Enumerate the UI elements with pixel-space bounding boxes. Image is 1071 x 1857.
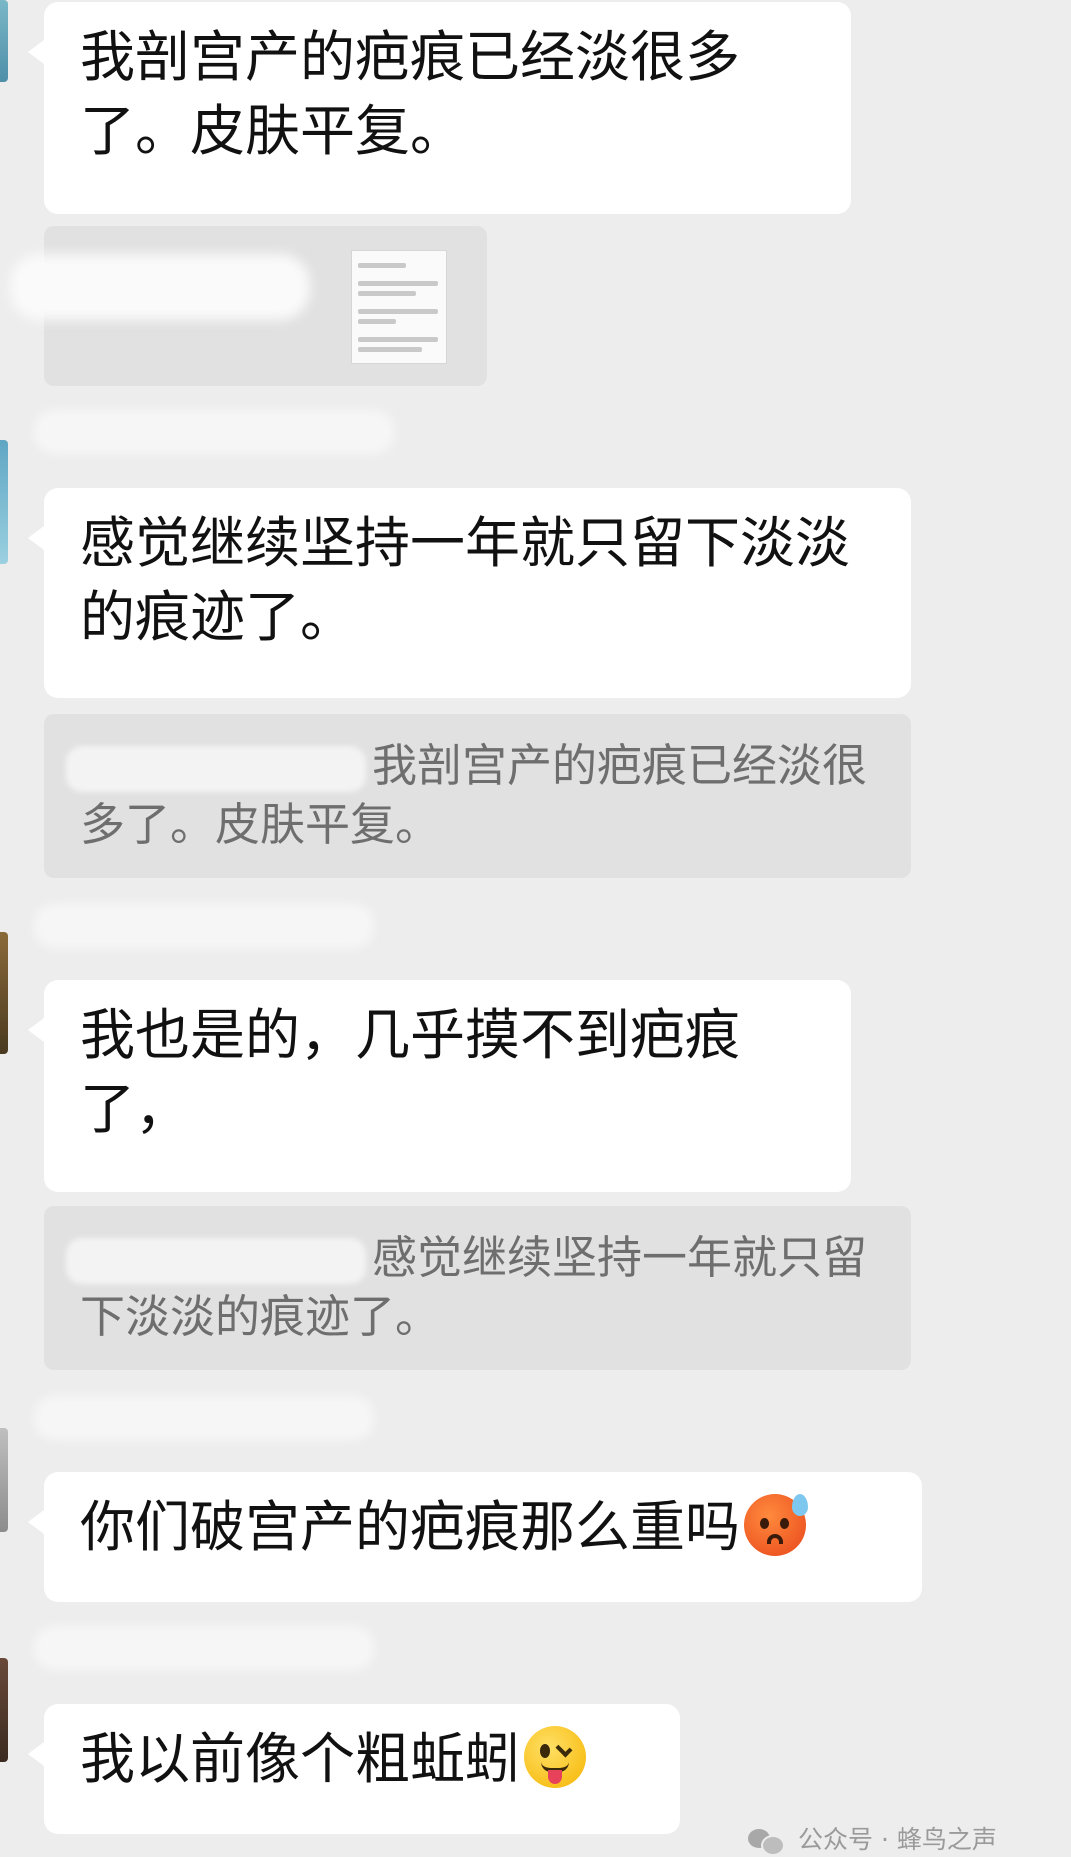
sender-name-redacted (34, 410, 394, 454)
thumb-line (358, 291, 416, 296)
message-bubble[interactable]: 我剖宫产的疤痕已经淡很多了。皮肤平复。 (28, 2, 851, 214)
avatar[interactable] (0, 1428, 8, 1532)
quoted-message[interactable]: 感觉继续坚持一年就只留下淡淡的痕迹了。 (44, 1206, 911, 1370)
sender-name-redacted (34, 1626, 374, 1670)
message-text: 我以前像个粗蚯蚓 (80, 1727, 521, 1791)
sender-name-redacted (34, 904, 374, 948)
watermark: 公众号 · 蜂鸟之声 (748, 1823, 997, 1857)
avatar[interactable] (0, 440, 8, 564)
thumb-line (358, 309, 438, 314)
sender-name-redacted (66, 1238, 366, 1284)
thumb-line (358, 347, 422, 352)
quoted-image-reply[interactable] (10, 226, 487, 386)
thumb-line (358, 281, 438, 286)
avatar[interactable] (0, 932, 8, 1054)
wink-tongue-icon (524, 1726, 587, 1788)
wechat-icon (748, 1827, 786, 1856)
message-bubble[interactable]: 我也是的，几乎摸不到疤痕了， (28, 980, 851, 1192)
sender-name-redacted (34, 1396, 374, 1440)
message-bubble[interactable]: 感觉继续坚持一年就只留下淡淡的痕迹了。 (28, 488, 911, 698)
watermark-text: 公众号 · 蜂鸟之声 (798, 1825, 997, 1854)
message-text: 我剖宫产的疤痕已经淡很多了。皮肤平复。 (80, 25, 741, 163)
sender-name-redacted (66, 746, 366, 792)
thumb-line (358, 263, 406, 268)
sweat-smile-icon (744, 1494, 809, 1556)
sender-name-redacted (10, 254, 310, 320)
message-text: 感觉继续坚持一年就只留下淡淡的痕迹了。 (80, 511, 851, 649)
message-text: 我也是的，几乎摸不到疤痕了， (80, 1003, 741, 1141)
chat-screenshot-thumbnail (351, 250, 447, 364)
message-text: 你们破宫产的疤痕那么重吗 (80, 1495, 741, 1559)
thumb-line (358, 319, 396, 324)
message-bubble[interactable]: 你们破宫产的疤痕那么重吗 (28, 1472, 922, 1602)
avatar[interactable] (0, 0, 8, 82)
avatar[interactable] (0, 1658, 8, 1762)
message-bubble[interactable]: 我以前像个粗蚯蚓 (28, 1704, 680, 1834)
quoted-message[interactable]: 我剖宫产的疤痕已经淡很多了。皮肤平复。 (44, 714, 911, 878)
thumb-line (358, 337, 438, 342)
